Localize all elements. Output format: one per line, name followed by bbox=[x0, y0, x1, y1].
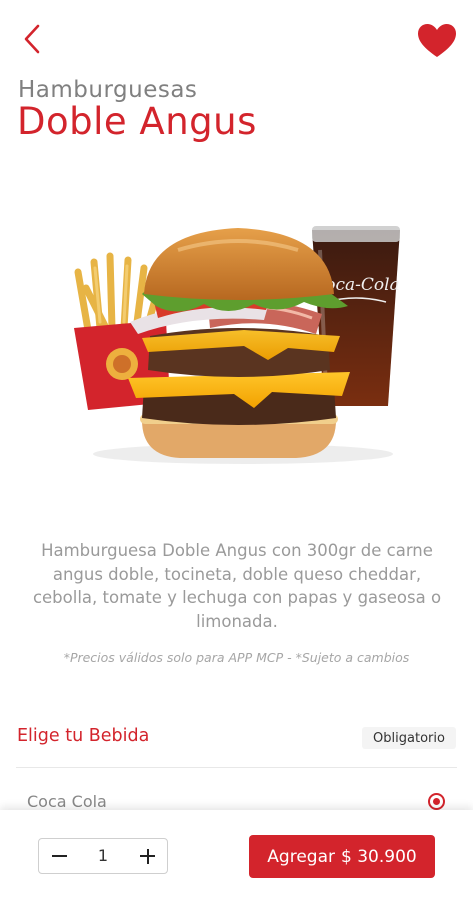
product-description: Hamburguesa Doble Angus con 300gr de car… bbox=[32, 541, 442, 631]
decrease-quantity-button[interactable] bbox=[39, 839, 79, 873]
drink-option-label: Coca Cola bbox=[27, 792, 107, 811]
required-badge: Obligatorio bbox=[362, 727, 456, 749]
back-button[interactable] bbox=[18, 22, 48, 56]
add-button-price: $ 30.900 bbox=[341, 846, 417, 867]
price-disclaimer: *Precios válidos solo para APP MCP - *Su… bbox=[63, 650, 410, 665]
favorite-button[interactable] bbox=[416, 22, 458, 60]
chevron-left-icon bbox=[24, 24, 40, 54]
burger bbox=[128, 228, 350, 458]
radio-selected-icon[interactable] bbox=[428, 793, 445, 810]
product-title: Doble Angus bbox=[17, 100, 257, 143]
product-image: Coca-Cola bbox=[58, 210, 414, 470]
bottom-action-bar: 1 Agregar $ 30.900 bbox=[0, 810, 473, 900]
drink-section-title: Elige tu Bebida bbox=[17, 726, 150, 746]
increase-quantity-button[interactable] bbox=[127, 839, 167, 873]
quantity-stepper: 1 bbox=[38, 838, 168, 874]
add-to-cart-button[interactable]: Agregar $ 30.900 bbox=[249, 835, 435, 878]
quantity-value: 1 bbox=[97, 846, 109, 865]
add-button-label: Agregar bbox=[267, 846, 335, 867]
heart-icon bbox=[418, 24, 456, 57]
section-divider bbox=[16, 767, 457, 768]
